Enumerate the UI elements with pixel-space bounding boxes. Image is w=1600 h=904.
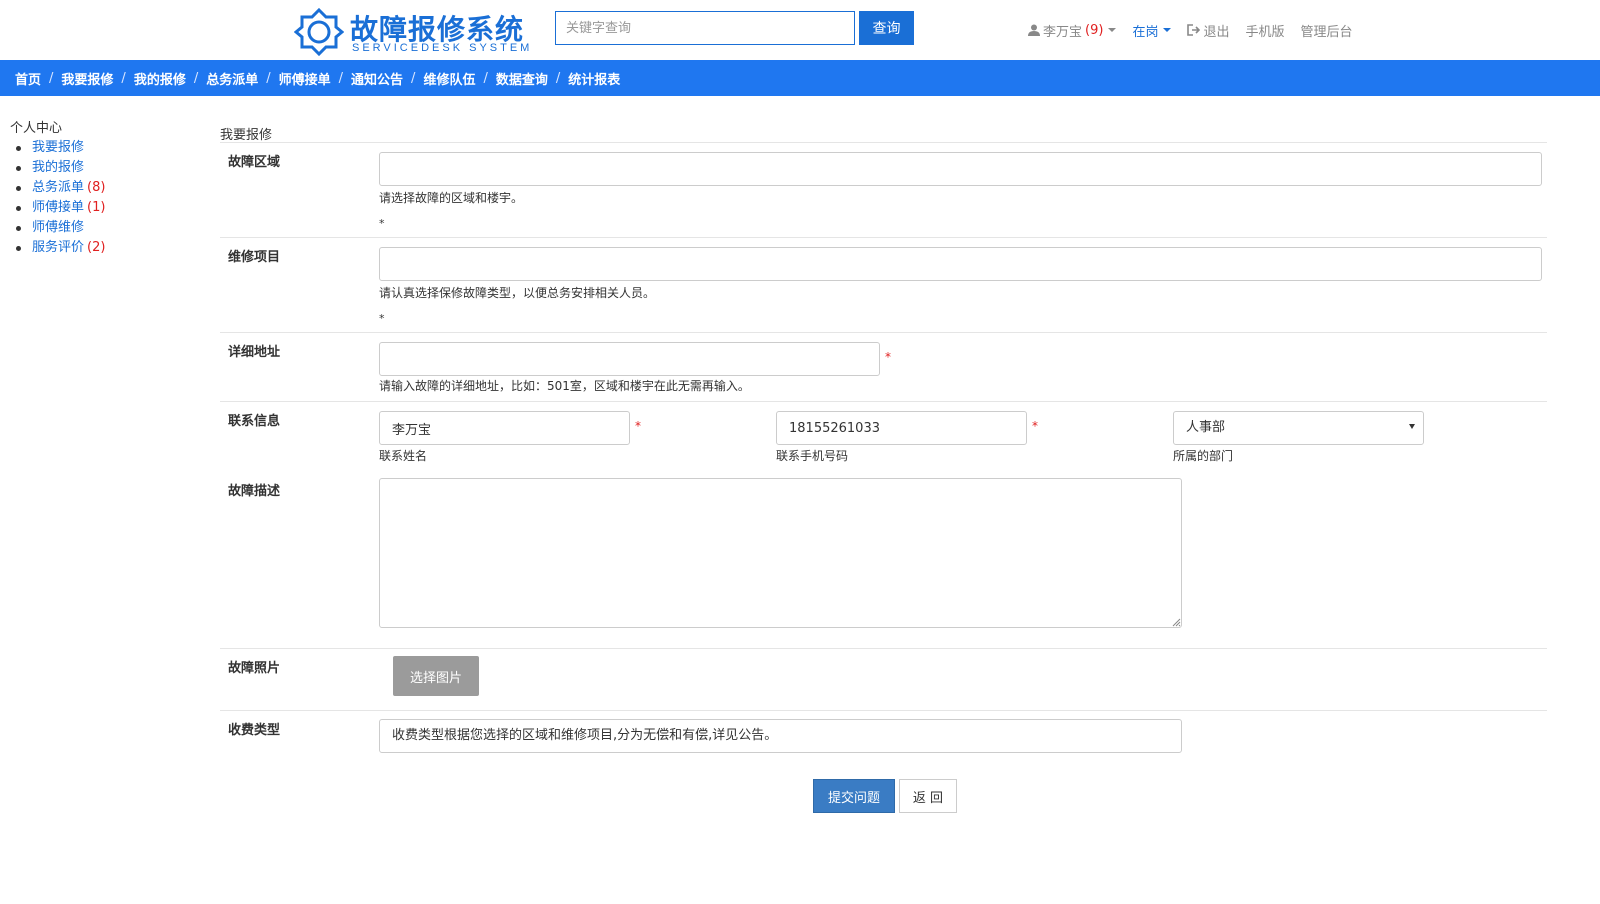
sidebar-item-count: (2) [87, 240, 106, 255]
logout-label: 退出 [1203, 24, 1230, 40]
sidebar-item-technician-repair[interactable]: 师傅维修 [16, 218, 190, 238]
contact-phone-required-mark: * [1032, 419, 1038, 433]
contact-name-input[interactable] [379, 411, 630, 445]
address-input[interactable] [379, 342, 880, 376]
header: 故障报修系统 SERVICEDESK SYSTEM 查询 李万宝 (9) 在岗 … [0, 0, 1600, 60]
fault-area-mark: * [379, 217, 385, 230]
department-help: 所属的部门 [1173, 449, 1234, 463]
contact-phone-help: 联系手机号码 [776, 449, 849, 463]
nav-report-repair[interactable]: 我要报修 [61, 69, 113, 88]
mobile-link[interactable]: 手机版 [1245, 21, 1284, 40]
search-button[interactable]: 查询 [859, 11, 914, 45]
nav-separator: / [49, 70, 54, 86]
nav-repair-team[interactable]: 维修队伍 [423, 69, 475, 88]
top-user-nav: 李万宝 (9) 在岗 退出 手机版 管理后台 [1028, 20, 1369, 40]
nav-home[interactable]: 首页 [15, 69, 41, 88]
address-required-mark: * [885, 350, 891, 364]
sidebar-list: 我要报修 我的报修 总务派单 (8) 师傅接单 (1) 师傅维修 服务评价 (2) [10, 138, 190, 258]
nav-separator: / [266, 70, 271, 86]
row-photo: 故障照片 选择图片 [220, 649, 1547, 711]
sidebar-item-label: 我的报修 [32, 160, 85, 175]
address-help: 请输入故障的详细地址，比如：501室，区域和楼宇在此无需再输入。 [379, 379, 750, 393]
row-fee-type: 收费类型 收费类型根据您选择的区域和维修项目,分为无偿和有偿,详见公告。 [220, 711, 1547, 779]
repair-item-help: 请认真选择保修故障类型，以便总务安排相关人员。 [379, 286, 656, 300]
sidebar-item-count: (8) [87, 180, 106, 195]
nav-notices[interactable]: 通知公告 [351, 69, 403, 88]
address-label: 详细地址 [228, 345, 281, 360]
description-label: 故障描述 [228, 484, 281, 499]
contact-name-required-mark: * [635, 419, 641, 433]
sidebar-item-service-rating[interactable]: 服务评价 (2) [16, 238, 190, 258]
logo-subtitle: SERVICEDESK SYSTEM [352, 42, 533, 54]
fault-area-label: 故障区域 [228, 155, 281, 170]
repair-form: 我要报修 故障区域 请选择故障的区域和楼宇。 * 维修项目 请认真选择保修故障类… [220, 124, 1547, 819]
repair-item-label: 维修项目 [228, 250, 281, 265]
back-button[interactable]: 返 回 [899, 779, 957, 813]
user-menu[interactable]: 李万宝 (9) [1028, 21, 1117, 40]
contact-label: 联系信息 [228, 414, 281, 429]
contact-phone-input[interactable] [776, 411, 1027, 445]
photo-label: 故障照片 [228, 661, 281, 676]
logo[interactable]: 故障报修系统 SERVICEDESK SYSTEM [294, 8, 534, 56]
nav-separator: / [338, 70, 344, 86]
sidebar-item-count: (1) [87, 200, 106, 215]
sidebar-item-label: 师傅维修 [32, 220, 85, 235]
row-description: 故障描述 [220, 472, 1547, 649]
nav-data-query[interactable]: 数据查询 [496, 69, 548, 88]
main-navbar: 首页 / 我要报修 / 我的报修 / 总务派单 / 师傅接单 / 通知公告 / … [0, 60, 1600, 96]
sidebar-item-label: 我要报修 [32, 140, 85, 155]
submit-button[interactable]: 提交问题 [813, 779, 895, 813]
fault-area-help: 请选择故障的区域和楼宇。 [379, 191, 524, 205]
form-heading: 我要报修 [220, 124, 1547, 143]
sidebar-item-dispatch[interactable]: 总务派单 (8) [16, 178, 190, 198]
nav-statistics[interactable]: 统计报表 [568, 69, 620, 88]
choose-image-button[interactable]: 选择图片 [393, 656, 479, 696]
repair-item-select[interactable] [379, 247, 1542, 281]
nav-accept-order[interactable]: 师傅接单 [279, 69, 331, 88]
sidebar-item-accept-order[interactable]: 师傅接单 (1) [16, 198, 190, 218]
form-actions: 提交问题 返 回 [220, 779, 1547, 819]
status-menu[interactable]: 在岗 [1132, 21, 1172, 40]
resize-grip-icon[interactable] [1171, 617, 1181, 627]
fee-type-field[interactable]: 收费类型根据您选择的区域和维修项目,分为无偿和有偿,详见公告。 [379, 719, 1182, 753]
row-address: 详细地址 * 请输入故障的详细地址，比如：501室，区域和楼宇在此无需再输入。 [220, 333, 1547, 402]
department-value: 人事部 [1186, 420, 1226, 435]
sidebar-item-label: 师傅接单 [32, 200, 85, 215]
sidebar-title: 个人中心 [10, 121, 63, 136]
sidebar-item-my-repairs[interactable]: 我的报修 [16, 158, 190, 178]
admin-link[interactable]: 管理后台 [1300, 21, 1352, 40]
select-arrow-icon [1409, 424, 1415, 429]
fault-area-select[interactable] [379, 152, 1542, 186]
row-repair-item: 维修项目 请认真选择保修故障类型，以便总务安排相关人员。 * [220, 238, 1547, 333]
description-textarea[interactable] [379, 478, 1182, 628]
contact-name-help: 联系姓名 [379, 449, 428, 463]
nav-separator: / [121, 70, 126, 86]
logo-hexagon-icon [294, 8, 344, 56]
logout-icon [1187, 24, 1201, 36]
sidebar-item-label: 总务派单 [32, 180, 85, 195]
sidebar-item-report-repair[interactable]: 我要报修 [16, 138, 190, 158]
row-contact: 联系信息 * 联系姓名 * 联系手机号码 人事部 所属的部门 [220, 402, 1547, 472]
sidebar: 个人中心 我要报修 我的报修 总务派单 (8) 师傅接单 (1) 师傅维修 服务评价… [10, 117, 190, 258]
nav-my-repairs[interactable]: 我的报修 [134, 69, 186, 88]
department-select[interactable]: 人事部 [1173, 411, 1424, 445]
row-fault-area: 故障区域 请选择故障的区域和楼宇。 * [220, 143, 1547, 238]
status-label: 在岗 [1132, 24, 1159, 40]
sidebar-item-label: 服务评价 [32, 240, 85, 255]
search-input[interactable] [555, 11, 855, 45]
repair-item-mark: * [379, 312, 385, 325]
nav-dispatch[interactable]: 总务派单 [206, 69, 258, 88]
logout-link[interactable]: 退出 [1187, 21, 1229, 40]
chevron-down-icon [1108, 28, 1117, 32]
fee-type-label: 收费类型 [228, 723, 281, 738]
nav-separator: / [193, 70, 199, 86]
chevron-down-icon [1163, 28, 1172, 32]
user-name: 李万宝 [1043, 24, 1083, 40]
nav-separator: / [483, 70, 488, 86]
nav-separator: / [555, 70, 561, 86]
nav-separator: / [411, 70, 416, 86]
user-count-badge: (9) [1085, 22, 1104, 38]
user-icon [1028, 24, 1040, 36]
